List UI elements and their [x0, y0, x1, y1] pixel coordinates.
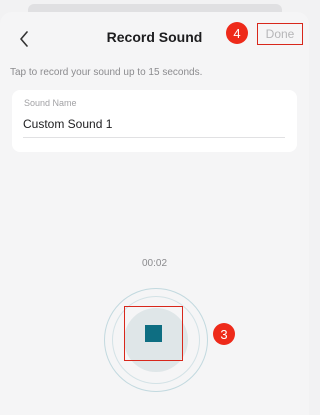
- stop-icon: [145, 325, 162, 342]
- input-underline: [23, 137, 285, 138]
- step-badge-4: 4: [226, 22, 248, 44]
- record-hint: Tap to record your sound up to 15 second…: [10, 67, 203, 78]
- step-badge-3: 3: [213, 323, 235, 345]
- stop-recording-button[interactable]: [124, 306, 183, 361]
- header-bar: Record Sound 4 Done: [0, 12, 309, 62]
- sound-name-label: Sound Name: [24, 98, 77, 108]
- elapsed-timer: 00:02: [141, 258, 168, 269]
- sound-name-card: Sound Name: [12, 90, 297, 152]
- done-button[interactable]: Done: [257, 23, 303, 45]
- sound-name-input[interactable]: [23, 114, 285, 134]
- record-sound-sheet: Record Sound 4 Done Tap to record your s…: [0, 12, 309, 415]
